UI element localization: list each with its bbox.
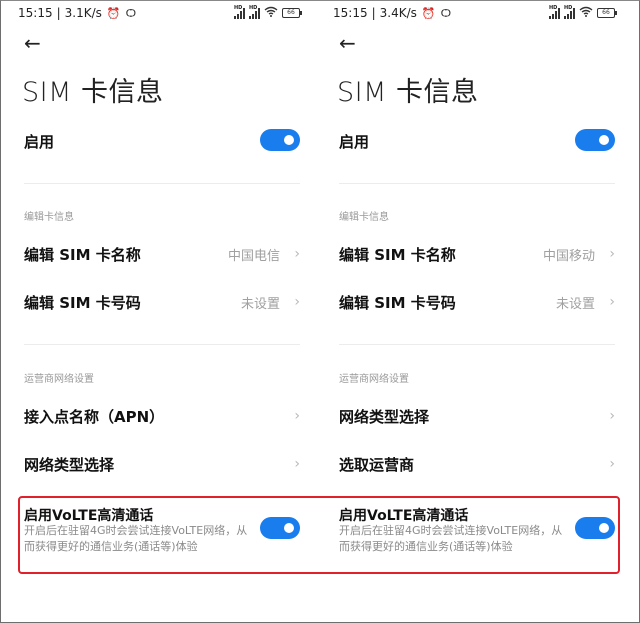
volte-toggle[interactable] xyxy=(575,517,615,539)
status-bar: 15:15 | 3.1K/s ⏰ Ѻ HD HD 66 xyxy=(18,4,302,22)
page-title: SIM 卡信息 xyxy=(337,77,479,108)
status-time: 15:15 xyxy=(18,6,53,20)
signal-hd-1-icon: HD xyxy=(549,5,560,19)
chevron-right-icon: › xyxy=(294,294,300,310)
section-header-carrier-network: 运营商网络设置 xyxy=(24,374,94,385)
edit-sim-name-label: 编辑 SIM 卡名称 xyxy=(339,245,456,264)
edit-sim-number-row[interactable]: 编辑 SIM 卡号码 未设置 › xyxy=(24,287,300,317)
network-type-label: 网络类型选择 xyxy=(339,407,430,426)
edit-sim-name-label: 编辑 SIM 卡名称 xyxy=(24,245,141,264)
back-arrow-icon[interactable]: ← xyxy=(339,33,356,53)
divider xyxy=(24,344,300,345)
toggle-knob xyxy=(599,523,609,533)
signal-hd-2-icon: HD xyxy=(564,5,575,19)
enable-sim-toggle[interactable] xyxy=(575,129,615,151)
chevron-right-icon: › xyxy=(294,246,300,262)
chevron-right-icon: › xyxy=(609,246,615,262)
network-type-row[interactable]: 网络类型选择 › xyxy=(339,401,615,431)
edit-sim-name-row[interactable]: 编辑 SIM 卡名称 中国移动 › xyxy=(339,239,615,269)
apn-row[interactable]: 接入点名称（APN） › xyxy=(24,401,300,431)
phone-screen-right: 15:15 | 3.4K/s ⏰ Ѻ HD HD 66 ← SIM 卡信息 启用… xyxy=(315,0,635,623)
status-separator: | xyxy=(56,6,61,20)
back-arrow-icon[interactable]: ← xyxy=(24,33,41,53)
section-header-card-info: 编辑卡信息 xyxy=(24,212,74,223)
select-carrier-label: 选取运营商 xyxy=(339,455,415,474)
battery-icon: 66 xyxy=(597,8,617,18)
sim-name-value: 中国电信 xyxy=(227,248,280,264)
wifi-icon xyxy=(579,6,593,20)
sim-number-value: 未设置 xyxy=(240,296,280,312)
alarm-icon: ⏰ xyxy=(106,6,121,20)
enable-sim-row[interactable]: 启用 xyxy=(339,126,615,156)
app-notification-icon: Ѻ xyxy=(125,6,137,20)
volte-title: 启用VoLTE高清通话 xyxy=(339,508,469,524)
divider xyxy=(339,183,615,184)
sim-name-value: 中国移动 xyxy=(542,248,595,264)
sim-number-value: 未设置 xyxy=(555,296,595,312)
alarm-icon: ⏰ xyxy=(421,6,436,20)
edit-sim-name-row[interactable]: 编辑 SIM 卡名称 中国电信 › xyxy=(24,239,300,269)
signal-hd-1-icon: HD xyxy=(234,5,245,19)
status-bar: 15:15 | 3.4K/s ⏰ Ѻ HD HD 66 xyxy=(333,4,617,22)
enable-sim-label: 启用 xyxy=(339,132,370,151)
apn-label: 接入点名称（APN） xyxy=(24,407,165,426)
chevron-right-icon: › xyxy=(294,456,300,472)
battery-icon: 66 xyxy=(282,8,302,18)
edit-sim-number-label: 编辑 SIM 卡号码 xyxy=(339,293,456,312)
page-title: SIM 卡信息 xyxy=(22,77,164,108)
volte-description: 开启后在驻留4G时会尝试连接VoLTE网络，从而获得更好的通信业务(通话等)体验 xyxy=(24,524,248,553)
network-speed: 3.4K/s xyxy=(379,6,417,20)
section-header-card-info: 编辑卡信息 xyxy=(339,212,389,223)
phone-screen-left: 15:15 | 3.1K/s ⏰ Ѻ HD HD 66 ← SIM 卡信息 启用… xyxy=(0,0,320,623)
section-header-carrier-network: 运营商网络设置 xyxy=(339,374,409,385)
enable-sim-label: 启用 xyxy=(24,132,55,151)
chevron-right-icon: › xyxy=(294,408,300,424)
app-notification-icon: Ѻ xyxy=(440,6,452,20)
network-type-label: 网络类型选择 xyxy=(24,455,115,474)
status-separator: | xyxy=(371,6,376,20)
volte-description: 开启后在驻留4G时会尝试连接VoLTE网络，从而获得更好的通信业务(通话等)体验 xyxy=(339,524,563,553)
network-type-row[interactable]: 网络类型选择 › xyxy=(24,449,300,479)
chevron-right-icon: › xyxy=(609,294,615,310)
select-carrier-row[interactable]: 选取运营商 › xyxy=(339,449,615,479)
signal-hd-2-icon: HD xyxy=(249,5,260,19)
enable-sim-toggle[interactable] xyxy=(260,129,300,151)
network-speed: 3.1K/s xyxy=(64,6,102,20)
status-time: 15:15 xyxy=(333,6,368,20)
toggle-knob xyxy=(284,523,294,533)
divider xyxy=(24,183,300,184)
toggle-knob xyxy=(284,135,294,145)
wifi-icon xyxy=(264,6,278,20)
enable-sim-row[interactable]: 启用 xyxy=(24,126,300,156)
volte-toggle[interactable] xyxy=(260,517,300,539)
chevron-right-icon: › xyxy=(609,408,615,424)
edit-sim-number-label: 编辑 SIM 卡号码 xyxy=(24,293,141,312)
divider xyxy=(339,344,615,345)
edit-sim-number-row[interactable]: 编辑 SIM 卡号码 未设置 › xyxy=(339,287,615,317)
volte-title: 启用VoLTE高清通话 xyxy=(24,508,154,524)
toggle-knob xyxy=(599,135,609,145)
chevron-right-icon: › xyxy=(609,456,615,472)
